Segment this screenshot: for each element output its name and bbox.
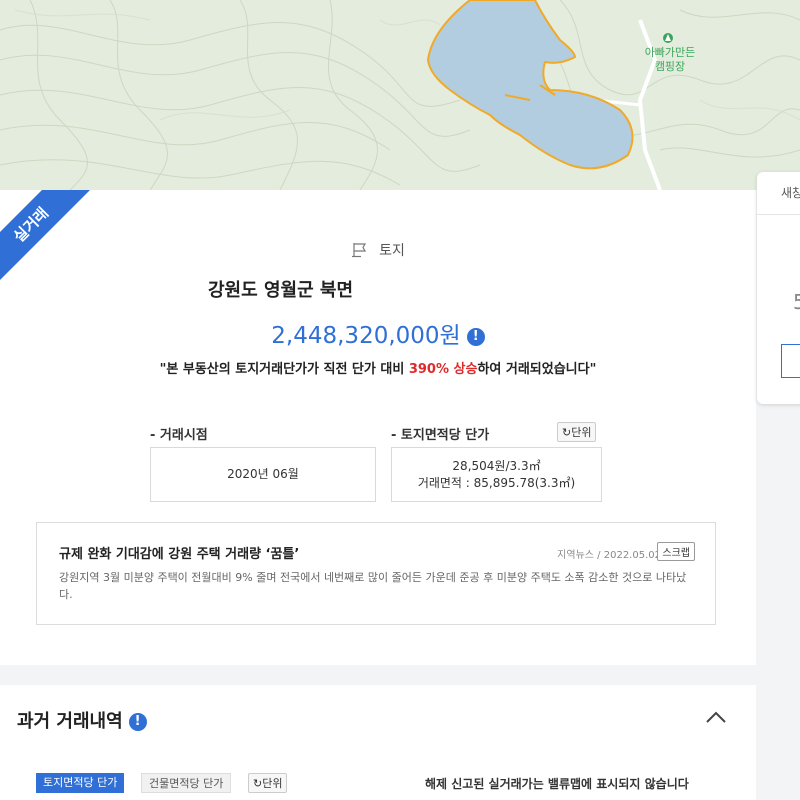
unit-toggle-button[interactable]: ↻단위	[557, 422, 597, 442]
history-unit-button-label: 단위	[262, 777, 283, 790]
news-title[interactable]: 규제 완화 기대감에 강원 주택 거래량 ‘꿈틀’	[59, 543, 299, 562]
price-change-quote: "본 부동산의 토지거래단가가 직전 단가 대비 390% 상승하여 거래되었습…	[0, 358, 756, 377]
trade-date-value: 2020년 06월	[227, 467, 299, 481]
side-panel-button[interactable]	[781, 344, 800, 378]
quote-highlight: 390% 상승	[408, 362, 478, 377]
news-date: 2022.05.02	[603, 550, 661, 561]
side-panel-tab[interactable]: 새창	[757, 172, 800, 215]
tab-building-unit-price[interactable]: 건물면적당 단가	[141, 773, 232, 793]
trade-date-box: 2020년 06월	[150, 447, 376, 502]
past-transactions-title: 과거 거래내역!	[17, 707, 147, 733]
quote-prefix: "본 부동산의 토지거래단가가 직전 단가 대비	[159, 362, 405, 377]
news-meta: 지역뉴스 / 2022.05.02	[557, 546, 661, 561]
unit-price-label: - 토지면적당 단가	[391, 428, 490, 443]
news-separator: /	[597, 550, 601, 561]
quote-suffix: 하여 거래되었습니다"	[477, 362, 597, 377]
land-area-value: 거래면적 : 85,895.78(3.3㎡)	[417, 476, 576, 490]
past-transactions-title-text: 과거 거래내역	[17, 711, 123, 732]
tab-land-unit-price[interactable]: 토지면적당 단가	[36, 773, 125, 793]
price-info-icon[interactable]: !	[466, 328, 485, 346]
history-info-icon[interactable]: !	[128, 713, 147, 731]
listing-card: 실거래 토지 강원도 영월군 북면 2,448,320,000원! "본 부동산…	[0, 190, 756, 665]
side-panel-value: 5	[793, 290, 800, 314]
history-unit-toggle-button[interactable]: ↻단위	[248, 773, 288, 793]
category-label: 토지	[379, 243, 405, 259]
map-view[interactable]: 아빠가만든 캠핑장	[0, 0, 800, 190]
property-address: 강원도 영월군 북면	[208, 280, 354, 301]
chevron-up-icon[interactable]	[705, 709, 727, 728]
news-body: 강원지역 3월 미분양 주택이 전월대비 9% 줄며 전국에서 네번째로 많이 …	[59, 571, 687, 601]
side-panel: 새창 5	[757, 172, 800, 404]
scrap-button[interactable]: 스크랩	[657, 542, 695, 561]
past-transactions-section: 과거 거래내역! 토지면적당 단가 건물면적당 단가 ↻단위 해제 신고된 실거…	[0, 685, 756, 800]
news-card[interactable]: 규제 완화 기대감에 강원 주택 거래량 ‘꿈틀’ 지역뉴스 / 2022.05…	[36, 522, 716, 625]
map-canvas[interactable]: 아빠가만든 캠핑장	[0, 0, 800, 190]
property-category: 토지	[0, 240, 756, 262]
unit-price-box: 28,504원/3.3㎡ 거래면적 : 85,895.78(3.3㎡)	[391, 447, 602, 502]
news-source: 지역뉴스	[557, 550, 594, 561]
price-value: 2,448,320,000원	[271, 323, 461, 349]
transaction-price: 2,448,320,000원!	[0, 316, 756, 350]
refresh-icon: ↻	[562, 426, 572, 439]
flag-icon	[351, 242, 371, 262]
unit-button-label: 단위	[571, 426, 592, 439]
poi-label-line1: 아빠가만든	[645, 46, 696, 59]
trade-date-label: - 거래시점	[150, 428, 208, 443]
unit-price-value: 28,504원/3.3㎡	[452, 459, 541, 473]
refresh-icon: ↻	[253, 777, 263, 790]
cancelled-transactions-note: 해제 신고된 실거래가는 밸류맵에 표시되지 않습니다	[425, 777, 689, 791]
poi-label-line2: 캠핑장	[655, 60, 685, 73]
